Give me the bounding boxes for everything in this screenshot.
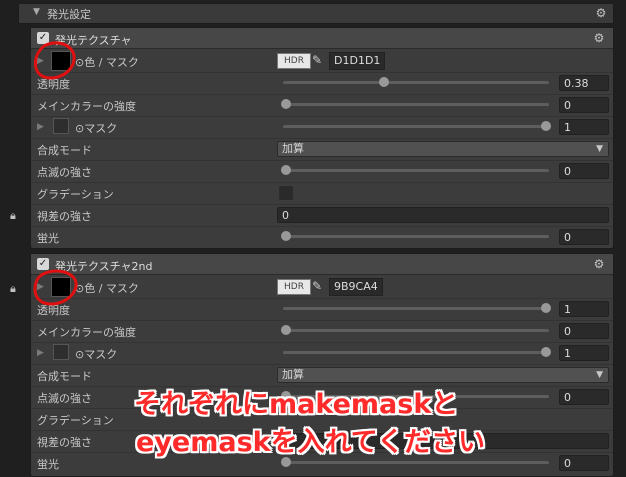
mask-row: ▶ ⊙マスク 1 [31, 116, 613, 139]
slider-knob[interactable] [281, 325, 291, 335]
hex-input[interactable]: 9B9CA4 [329, 278, 383, 296]
expand-arrow-icon[interactable]: ▶ [37, 348, 44, 358]
fluorescence-slider[interactable] [281, 457, 549, 467]
section-header-emission[interactable]: ▼ 発光設定 ⚙ [18, 3, 614, 24]
main-color-intensity-label: メインカラーの強度 [37, 326, 136, 339]
color-mask-row: ▶ ⊙色 / マスク HDR ✎ 9B9CA4 [31, 276, 613, 299]
blink-strength-label: 点滅の強さ [37, 166, 92, 179]
slider-knob[interactable] [541, 303, 551, 313]
parallax-label: 視差の強さ [37, 210, 92, 223]
section-title: 発光設定 [47, 8, 91, 21]
mask-row: ▶ ⊙マスク 1 [31, 342, 613, 365]
main-color-intensity-slider[interactable] [281, 99, 549, 109]
mask-input[interactable]: 1 [559, 345, 609, 361]
eyedropper-icon[interactable]: ✎ [309, 278, 325, 294]
gradation-label: グラデーション [37, 414, 114, 427]
emission-texture-panel: ✓ 発光テクスチャ ⚙ ▶ ⊙色 / マスク HDR ✎ D1D1D1 透明度 … [30, 27, 614, 249]
slider-knob[interactable] [379, 77, 389, 87]
dropdown-arrow-icon: ▼ [596, 144, 603, 154]
blink-strength-row: 点滅の強さ 0 [31, 160, 613, 183]
blend-mode-label: 合成モード [37, 144, 92, 157]
blink-strength-input[interactable]: 0 [559, 163, 609, 179]
color-mask-label: ⊙色 / マスク [75, 282, 139, 295]
slider-knob[interactable] [281, 231, 291, 241]
slider-knob[interactable] [541, 121, 551, 131]
annotation-line-2: eyemaskを入れてください [136, 427, 485, 458]
fluorescence-slider[interactable] [281, 231, 549, 241]
main-color-intensity-row: メインカラーの強度 0 [31, 94, 613, 117]
red-circle-annotation [34, 41, 76, 80]
gear-icon[interactable]: ⚙ [595, 7, 607, 19]
annotation-line-1: それぞれにmakemaskと [134, 389, 459, 420]
panel-header: ✓ 発光テクスチャ2nd ⚙ [31, 254, 613, 275]
main-color-intensity-input[interactable]: 0 [559, 323, 609, 339]
slider-knob[interactable] [281, 99, 291, 109]
red-circle-annotation [33, 269, 78, 306]
opacity-slider[interactable] [283, 303, 551, 313]
main-color-intensity-row: メインカラーの強度 0 [31, 320, 613, 343]
parallax-label: 視差の強さ [37, 436, 92, 449]
main-color-intensity-input[interactable]: 0 [559, 97, 609, 113]
mask-slider[interactable] [283, 121, 551, 131]
mask-input[interactable]: 1 [559, 119, 609, 135]
blend-mode-value: 加算 [282, 368, 304, 381]
slider-knob[interactable] [541, 347, 551, 357]
slider-knob[interactable] [281, 165, 291, 175]
fluorescence-input[interactable]: 0 [559, 455, 609, 471]
hdr-color-field[interactable]: HDR [277, 279, 311, 295]
main-color-intensity-slider[interactable] [281, 325, 549, 335]
expand-arrow-icon[interactable]: ▶ [37, 122, 44, 132]
panel-header: ✓ 発光テクスチャ ⚙ [31, 28, 613, 49]
blend-mode-dropdown[interactable]: 加算 ▼ [277, 141, 609, 157]
parallax-row: 視差の強さ 0 [31, 204, 613, 227]
mask-texture-slot[interactable] [53, 344, 69, 360]
mask-label: ⊙マスク [75, 348, 118, 361]
eyedropper-icon[interactable]: ✎ [309, 52, 325, 68]
fluorescence-input[interactable]: 0 [559, 229, 609, 245]
blend-mode-row: 合成モード 加算 ▼ [31, 138, 613, 161]
blink-strength-slider[interactable] [281, 165, 549, 175]
main-color-intensity-label: メインカラーの強度 [37, 100, 136, 113]
fluorescence-label: 蛍光 [37, 458, 59, 471]
dropdown-arrow-icon: ▼ [596, 370, 603, 380]
parallax-input[interactable]: 0 [277, 207, 609, 223]
fluorescence-label: 蛍光 [37, 232, 59, 245]
blink-strength-input[interactable]: 0 [559, 389, 609, 405]
hex-input[interactable]: D1D1D1 [329, 52, 386, 70]
gradation-toggle[interactable] [279, 186, 293, 200]
color-mask-row: ▶ ⊙色 / マスク HDR ✎ D1D1D1 [31, 50, 613, 73]
opacity-input[interactable]: 0.38 [559, 75, 609, 91]
hdr-color-field[interactable]: HDR [277, 53, 311, 69]
color-mask-label: ⊙色 / マスク [75, 56, 139, 69]
gradation-label: グラデーション [37, 188, 114, 201]
blend-mode-value: 加算 [282, 142, 304, 155]
opacity-input[interactable]: 1 [559, 301, 609, 317]
blend-mode-label: 合成モード [37, 370, 92, 383]
lock-icon[interactable]: 🔒︎ [10, 282, 16, 296]
mask-slider[interactable] [283, 347, 551, 357]
blink-strength-label: 点滅の強さ [37, 392, 92, 405]
blend-mode-dropdown[interactable]: 加算 ▼ [277, 367, 609, 383]
lock-icon[interactable]: 🔒︎ [10, 209, 16, 223]
mask-label: ⊙マスク [75, 122, 118, 135]
gear-icon[interactable]: ⚙ [593, 258, 605, 270]
fluorescence-row: 蛍光 0 [31, 226, 613, 248]
gradation-row: グラデーション [31, 182, 613, 205]
opacity-row: 透明度 0.38 [31, 72, 613, 95]
gear-icon[interactable]: ⚙ [593, 32, 605, 44]
opacity-row: 透明度 1 [31, 298, 613, 321]
mask-texture-slot[interactable] [53, 118, 69, 134]
foldout-arrow-icon[interactable]: ▼ [33, 7, 40, 17]
opacity-slider[interactable] [283, 77, 549, 87]
